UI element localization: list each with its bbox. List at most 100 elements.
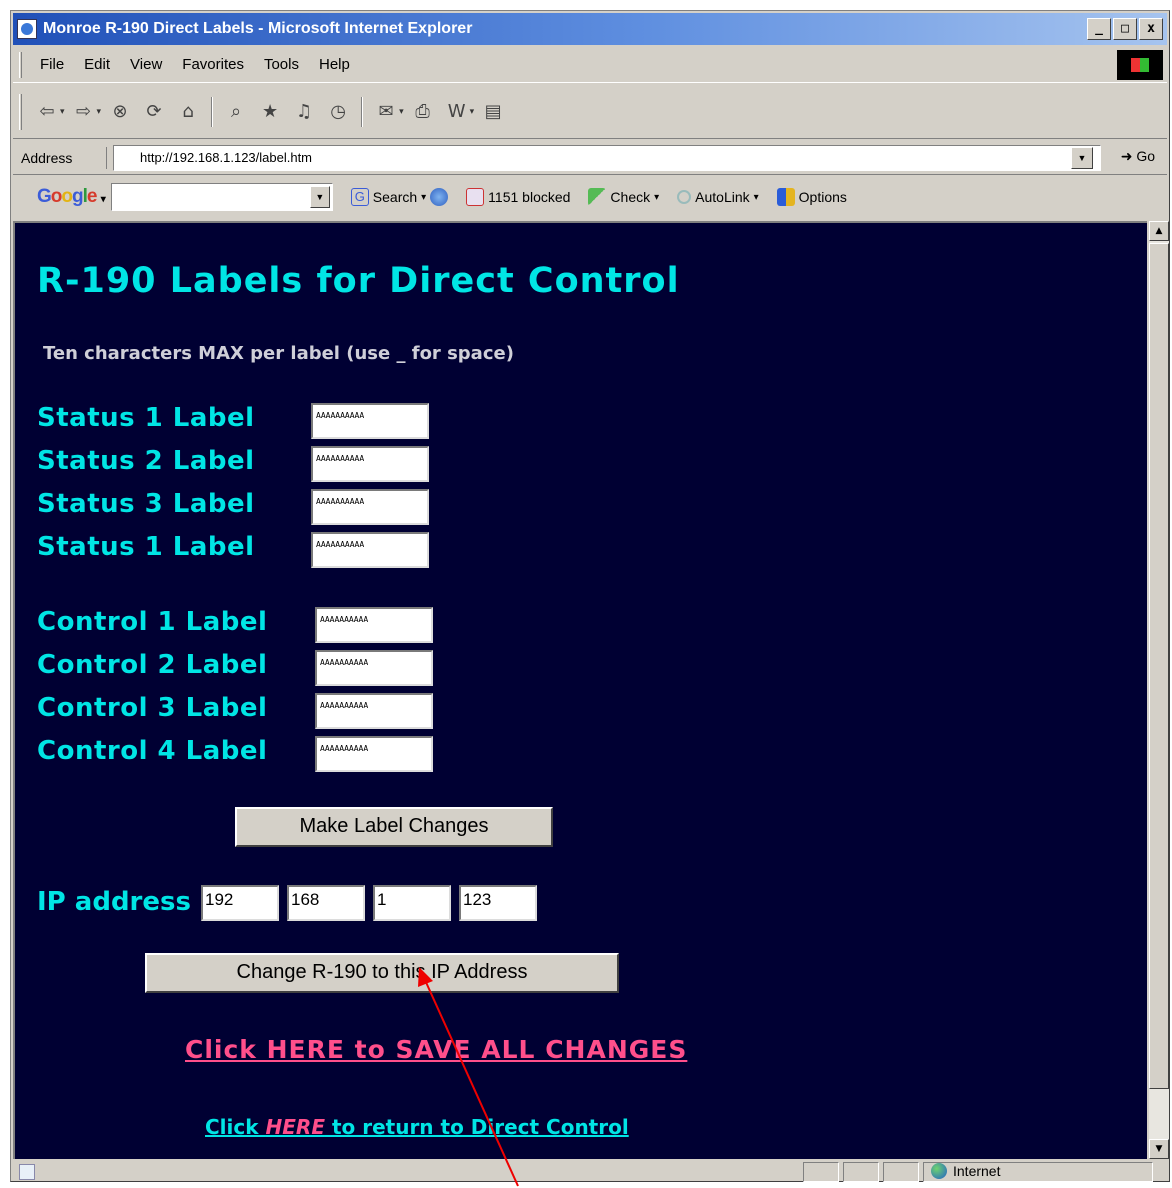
make-label-changes-button[interactable]: Make Label Changes xyxy=(235,807,553,847)
control-1-input[interactable]: AAAAAAAAAA xyxy=(315,607,433,643)
go-button[interactable]: ➜ Go xyxy=(1121,148,1155,165)
menu-favorites[interactable]: Favorites xyxy=(172,56,254,73)
blocked-count: 1151 blocked xyxy=(488,189,571,205)
return-link-prefix: Click xyxy=(205,1115,266,1139)
return-to-direct-control-link[interactable]: Click HERE to return to Direct Control xyxy=(205,1115,629,1139)
home-icon[interactable]: ⌂ xyxy=(175,99,201,125)
menu-bar: File Edit View Favorites Tools Help xyxy=(13,47,1167,83)
security-zone: Internet xyxy=(931,1163,1000,1179)
status-panel xyxy=(883,1162,919,1182)
menu-tools[interactable]: Tools xyxy=(254,56,309,73)
discuss-icon[interactable]: ▤ xyxy=(480,99,506,125)
save-all-changes-link[interactable]: Click HERE to SAVE ALL CHANGES xyxy=(185,1035,687,1064)
options-icon xyxy=(776,188,795,206)
control-3-label: Control 3 Label xyxy=(37,693,268,723)
autolink-button[interactable]: AutoLink ▾ xyxy=(677,189,759,205)
control-3-input[interactable]: AAAAAAAAAA xyxy=(315,693,433,729)
edit-word-icon[interactable]: W xyxy=(444,99,470,125)
favorites-icon[interactable]: ★ xyxy=(257,99,283,125)
ip-octet-4-input[interactable]: 123 xyxy=(459,885,537,921)
status-panel xyxy=(843,1162,879,1182)
back-icon[interactable]: ⇦ xyxy=(34,99,60,125)
menu-file[interactable]: File xyxy=(30,56,74,73)
status-1-input[interactable]: AAAAAAAAAA xyxy=(311,403,429,439)
google-search-button[interactable]: G Search ▾ xyxy=(350,188,449,206)
popup-blocker-icon xyxy=(466,188,485,206)
control-4-label: Control 4 Label xyxy=(37,736,268,766)
change-ip-button[interactable]: Change R-190 to this IP Address xyxy=(145,953,619,993)
edit-dropdown-icon[interactable]: ▾ xyxy=(470,107,475,117)
search-icon[interactable]: ⌕ xyxy=(223,99,249,125)
return-link-suffix: to return to Direct Control xyxy=(324,1115,629,1139)
history-icon[interactable]: ◷ xyxy=(325,99,351,125)
address-bar: Address http://192.168.1.123/label.htm ▼… xyxy=(13,141,1167,175)
status-4-input[interactable]: AAAAAAAAAA xyxy=(311,532,429,568)
go-label: Go xyxy=(1136,148,1155,164)
google-news-icon[interactable] xyxy=(430,188,449,206)
control-1-label: Control 1 Label xyxy=(37,607,268,637)
status-1-label: Status 1 Label xyxy=(37,403,255,433)
scroll-down-icon[interactable]: ▼ xyxy=(1149,1139,1169,1159)
refresh-icon[interactable]: ⟳ xyxy=(141,99,167,125)
options-button[interactable]: Options xyxy=(776,188,847,206)
scroll-up-icon[interactable]: ▲ xyxy=(1149,221,1169,241)
status-4-label: Status 1 Label xyxy=(37,532,255,562)
control-2-label: Control 2 Label xyxy=(37,650,268,680)
zone-label: Internet xyxy=(953,1163,1001,1179)
page-status-icon xyxy=(19,1164,35,1180)
options-label: Options xyxy=(798,189,847,205)
ip-address-label: IP address xyxy=(37,887,191,917)
spell-check-button[interactable]: Check ▾ xyxy=(588,188,659,206)
page-content: R-190 Labels for Direct Control Ten char… xyxy=(13,221,1147,1159)
status-panel xyxy=(803,1162,839,1182)
spell-check-icon xyxy=(588,188,607,206)
close-button[interactable]: x xyxy=(1139,18,1163,40)
label-length-hint: Ten characters MAX per label (use _ for … xyxy=(43,343,514,364)
forward-icon[interactable]: ⇨ xyxy=(71,99,97,125)
return-link-here: HERE xyxy=(265,1115,325,1139)
menu-edit[interactable]: Edit xyxy=(74,56,120,73)
google-search-input[interactable]: ▼ xyxy=(110,183,333,211)
globe-icon xyxy=(931,1163,947,1179)
ip-octet-2-input[interactable]: 168 xyxy=(287,885,365,921)
control-2-input[interactable]: AAAAAAAAAA xyxy=(315,650,433,686)
google-g-icon: G xyxy=(350,188,369,206)
check-label: Check xyxy=(610,189,651,205)
forward-dropdown-icon[interactable]: ▾ xyxy=(97,107,102,117)
maximize-button[interactable]: □ xyxy=(1113,18,1137,40)
ip-octet-1-input[interactable]: 192 xyxy=(201,885,279,921)
title-bar[interactable]: Monroe R-190 Direct Labels - Microsoft I… xyxy=(13,13,1167,45)
menu-help[interactable]: Help xyxy=(309,56,360,73)
google-search-dropdown-icon[interactable]: ▼ xyxy=(309,186,330,208)
control-4-input[interactable]: AAAAAAAAAA xyxy=(315,736,433,772)
menu-view[interactable]: View xyxy=(120,56,172,73)
standard-toolbar: ⇦ ▾ ⇨ ▾ ⊗ ⟳ ⌂ ⌕ ★ ♫ ◷ ✉ ▾ ⎙ W ▾ ▤ xyxy=(13,85,1167,139)
minimize-button[interactable]: _ xyxy=(1087,18,1111,40)
autolink-icon xyxy=(677,190,692,204)
address-input[interactable]: http://192.168.1.123/label.htm xyxy=(113,145,1101,171)
address-dropdown-icon[interactable]: ▼ xyxy=(1071,147,1093,169)
popup-blocker[interactable]: 1151 blocked xyxy=(466,188,570,206)
toolbar-grip[interactable] xyxy=(19,51,22,78)
autolink-label: AutoLink xyxy=(695,189,750,205)
ie-icon xyxy=(17,19,37,39)
scroll-thumb[interactable] xyxy=(1149,243,1169,1089)
browser-window: Monroe R-190 Direct Labels - Microsoft I… xyxy=(10,10,1170,1182)
status-bar: Internet xyxy=(13,1161,1167,1183)
status-2-input[interactable]: AAAAAAAAAA xyxy=(311,446,429,482)
toolbar-separator xyxy=(361,96,364,127)
toolbar-grip[interactable] xyxy=(19,93,22,130)
vertical-scrollbar[interactable]: ▲ ▼ xyxy=(1149,221,1169,1159)
status-3-input[interactable]: AAAAAAAAAA xyxy=(311,489,429,525)
ip-octet-3-input[interactable]: 1 xyxy=(373,885,451,921)
google-search-label: Search xyxy=(372,189,418,205)
media-icon[interactable]: ♫ xyxy=(291,99,317,125)
stop-icon[interactable]: ⊗ xyxy=(107,99,133,125)
print-icon[interactable]: ⎙ xyxy=(410,99,436,125)
back-dropdown-icon[interactable]: ▾ xyxy=(60,107,65,117)
mail-dropdown-icon[interactable]: ▾ xyxy=(399,107,404,117)
status-3-label: Status 3 Label xyxy=(37,489,255,519)
mail-icon[interactable]: ✉ xyxy=(373,99,399,125)
address-label: Address xyxy=(21,146,107,169)
google-logo[interactable]: Google ▾ xyxy=(37,186,106,208)
